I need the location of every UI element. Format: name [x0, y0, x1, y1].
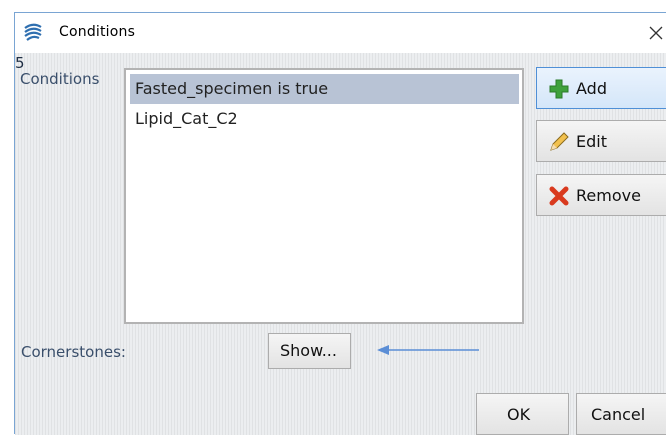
ok-button[interactable]: OK	[476, 393, 569, 435]
remove-button[interactable]: Remove	[536, 174, 666, 216]
show-button[interactable]: Show...	[268, 333, 351, 369]
annotation-arrow-icon	[377, 345, 479, 355]
close-button[interactable]	[647, 19, 666, 45]
list-item-label: Lipid_Cat_C2	[135, 109, 238, 128]
conditions-list[interactable]: Fasted_specimen is true Lipid_Cat_C2	[124, 68, 524, 324]
add-button[interactable]: Add	[536, 67, 666, 109]
list-item[interactable]: Fasted_specimen is true	[130, 74, 519, 104]
edit-button-label: Edit	[576, 132, 607, 151]
title-bar: Conditions	[15, 13, 666, 53]
dialog-body: Conditions Fasted_specimen is true Lipid…	[15, 53, 666, 435]
ok-button-label: OK	[507, 405, 531, 424]
list-item[interactable]: Lipid_Cat_C2	[130, 104, 519, 134]
remove-button-label: Remove	[576, 186, 641, 205]
edit-button[interactable]: Edit	[536, 120, 666, 162]
close-icon	[649, 26, 663, 40]
cancel-button[interactable]: Cancel	[576, 393, 666, 435]
plus-icon	[549, 79, 569, 99]
show-button-label: Show...	[280, 341, 337, 360]
app-logo-icon	[24, 23, 42, 41]
cancel-button-label: Cancel	[591, 405, 646, 424]
add-button-label: Add	[576, 79, 607, 98]
cornerstones-label: Cornerstones:	[21, 343, 126, 361]
conditions-label: Conditions	[20, 70, 100, 88]
list-item-label: Fasted_specimen is true	[135, 79, 329, 98]
x-icon	[549, 186, 569, 206]
conditions-dialog: Conditions Conditions Fasted_specimen is…	[14, 12, 666, 435]
dialog-title: Conditions	[59, 24, 136, 40]
pencil-icon	[550, 132, 569, 151]
